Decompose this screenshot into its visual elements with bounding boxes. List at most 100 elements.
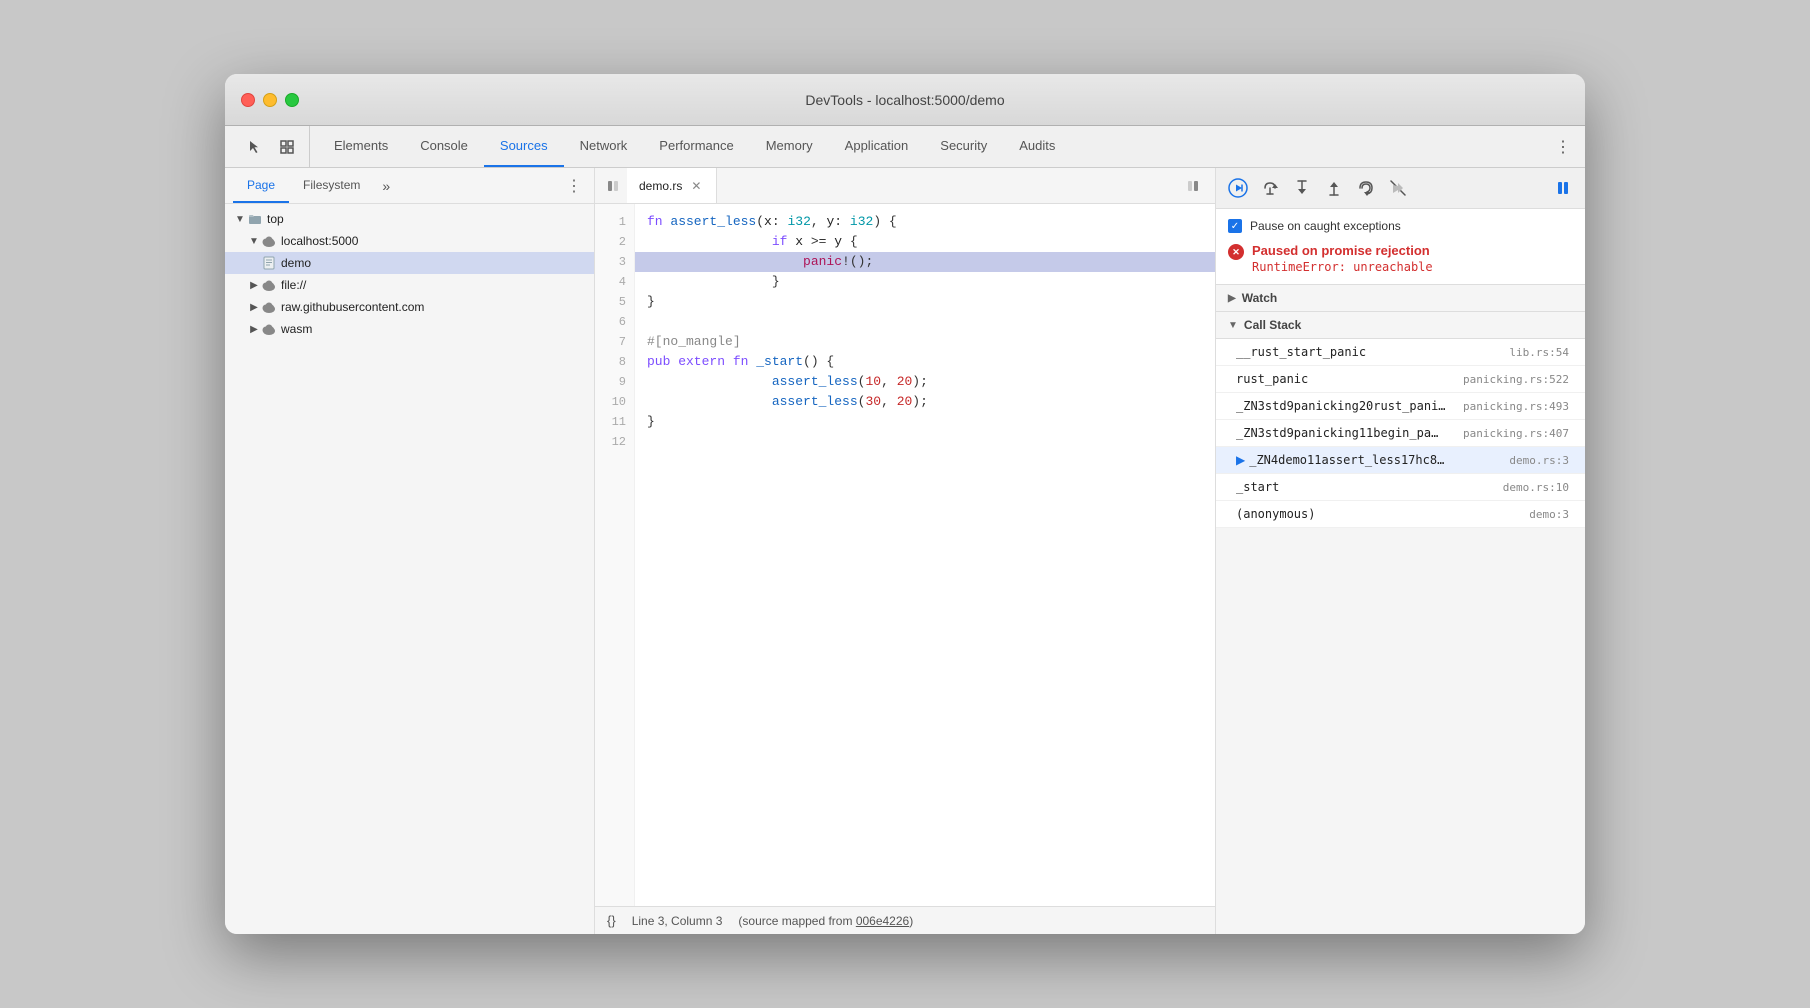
select-tool-icon[interactable] [241, 133, 269, 161]
call-stack-loc-1: panicking.rs:522 [1463, 373, 1569, 386]
tree-arrow-localhost: ▼ [247, 234, 261, 248]
close-tab-icon[interactable]: ✕ [688, 178, 704, 194]
maximize-button[interactable] [285, 93, 299, 107]
tab-audits[interactable]: Audits [1003, 126, 1071, 167]
sidebar-tab-more-icon[interactable]: » [374, 178, 398, 194]
add-folder-icon[interactable]: ⋮ [562, 174, 586, 198]
traffic-lights [241, 93, 299, 107]
call-stack-item-4[interactable]: ▶ _ZN4demo11assert_less17hc8… demo.rs:3 [1216, 447, 1585, 474]
error-detail: RuntimeError: unreachable [1252, 260, 1433, 274]
line-num-2: 2 [595, 232, 634, 252]
format-toggle-icon[interactable] [1179, 172, 1207, 200]
tab-elements[interactable]: Elements [318, 126, 404, 167]
tree-item-wasm[interactable]: ▶ wasm [225, 318, 594, 340]
tab-performance[interactable]: Performance [643, 126, 749, 167]
watch-arrow-icon: ▶ [1228, 293, 1236, 304]
pause-button[interactable] [1549, 174, 1577, 202]
line-col-info: Line 3, Column 3 [632, 914, 723, 928]
minimize-button[interactable] [263, 93, 277, 107]
toolbar-icons [233, 126, 310, 167]
call-stack-fn-6: (anonymous) [1236, 507, 1521, 521]
editor-tab-actions [1179, 172, 1215, 200]
code-line-6 [635, 312, 1215, 332]
line-num-10: 10 [595, 392, 634, 412]
tab-console[interactable]: Console [404, 126, 484, 167]
debugger-toolbar [1216, 168, 1585, 209]
tree-item-raw[interactable]: ▶ raw.githubusercontent.com [225, 296, 594, 318]
pause-section: Pause on caught exceptions Paused on pro… [1216, 209, 1585, 285]
tab-sources[interactable]: Sources [484, 126, 564, 167]
step-out-button[interactable] [1320, 174, 1348, 202]
cloud-icon-file [261, 277, 277, 293]
tab-memory[interactable]: Memory [750, 126, 829, 167]
inspect-icon[interactable] [273, 133, 301, 161]
file-icon-demo [261, 255, 277, 271]
more-options-icon[interactable]: ⋮ [1549, 133, 1577, 161]
code-line-4: } [635, 272, 1215, 292]
cloud-icon-raw [261, 299, 277, 315]
tree-label-demo: demo [281, 256, 311, 270]
close-button[interactable] [241, 93, 255, 107]
main-content: Page Filesystem » ⋮ ▼ top [225, 168, 1585, 934]
call-stack-loc-6: demo:3 [1529, 508, 1569, 521]
watch-section-header[interactable]: ▶ Watch [1216, 285, 1585, 312]
menubar-end: ⋮ [1549, 126, 1585, 167]
call-stack-label: Call Stack [1244, 318, 1301, 332]
format-button[interactable]: {} [607, 913, 616, 928]
deactivate-button[interactable] [1384, 174, 1412, 202]
sidebar-tab-page[interactable]: Page [233, 168, 289, 203]
pause-caught-checkbox[interactable] [1228, 219, 1242, 233]
code-line-10: assert_less(30, 20); [635, 392, 1215, 412]
sources-sidebar: Page Filesystem » ⋮ ▼ top [225, 168, 595, 934]
line-num-3: 3 [595, 252, 634, 272]
step-button[interactable] [1352, 174, 1380, 202]
tree-item-demo[interactable]: demo [225, 252, 594, 274]
line-num-9: 9 [595, 372, 634, 392]
tree-item-localhost[interactable]: ▼ localhost:5000 [225, 230, 594, 252]
source-map-info: (source mapped from 006e4226) [738, 914, 913, 928]
current-indicator-icon: ▶ [1236, 453, 1245, 467]
line-num-1: 1 [595, 212, 634, 232]
tab-application[interactable]: Application [829, 126, 925, 167]
editor-panel: demo.rs ✕ 1 2 3 4 [595, 168, 1215, 934]
tab-network[interactable]: Network [564, 126, 644, 167]
tree-item-top[interactable]: ▼ top [225, 208, 594, 230]
resume-button[interactable] [1224, 174, 1252, 202]
call-stack-section-header[interactable]: ▼ Call Stack [1216, 312, 1585, 339]
file-tree: ▼ top ▼ [225, 204, 594, 934]
menubar: Elements Console Sources Network Perform… [225, 126, 1585, 168]
sidebar-tab-filesystem[interactable]: Filesystem [289, 168, 374, 203]
line-num-7: 7 [595, 332, 634, 352]
call-stack-item-3[interactable]: _ZN3std9panicking11begin_pa… panicking.r… [1216, 420, 1585, 447]
tab-security[interactable]: Security [924, 126, 1003, 167]
call-stack-loc-2: panicking.rs:493 [1463, 400, 1569, 413]
tree-label-localhost: localhost:5000 [281, 234, 358, 248]
call-stack-fn-0: __rust_start_panic [1236, 345, 1501, 359]
navigator-toggle-icon[interactable] [599, 172, 627, 200]
cloud-icon-localhost [261, 233, 277, 249]
line-num-5: 5 [595, 292, 634, 312]
code-lines: fn assert_less(x: i32, y: i32) { if x >=… [635, 204, 1215, 906]
step-over-button[interactable] [1256, 174, 1284, 202]
call-stack-fn-2: _ZN3std9panicking20rust_pani… [1236, 399, 1455, 413]
call-stack-item-5[interactable]: _start demo.rs:10 [1216, 474, 1585, 501]
error-icon [1228, 244, 1244, 260]
line-num-6: 6 [595, 312, 634, 332]
tree-label-wasm: wasm [281, 322, 312, 336]
call-stack-item-1[interactable]: rust_panic panicking.rs:522 [1216, 366, 1585, 393]
call-stack-list: __rust_start_panic lib.rs:54 rust_panic … [1216, 339, 1585, 528]
editor-file-tab[interactable]: demo.rs ✕ [627, 168, 717, 203]
cloud-icon-wasm [261, 321, 277, 337]
editor-tabs: demo.rs ✕ [595, 168, 1215, 204]
source-map-link[interactable]: 006e4226 [856, 914, 909, 928]
editor-content[interactable]: 1 2 3 4 5 6 7 8 9 10 11 12 fn assert_les… [595, 204, 1215, 906]
call-stack-item-6[interactable]: (anonymous) demo:3 [1216, 501, 1585, 528]
paused-on-error: Paused on promise rejection RuntimeError… [1228, 243, 1573, 274]
folder-icon-top [247, 211, 263, 227]
call-stack-item-2[interactable]: _ZN3std9panicking20rust_pani… panicking.… [1216, 393, 1585, 420]
call-stack-item-0[interactable]: __rust_start_panic lib.rs:54 [1216, 339, 1585, 366]
call-stack-fn-1: rust_panic [1236, 372, 1455, 386]
tree-item-file[interactable]: ▶ file:// [225, 274, 594, 296]
status-bar: {} Line 3, Column 3 (source mapped from … [595, 906, 1215, 934]
step-into-button[interactable] [1288, 174, 1316, 202]
